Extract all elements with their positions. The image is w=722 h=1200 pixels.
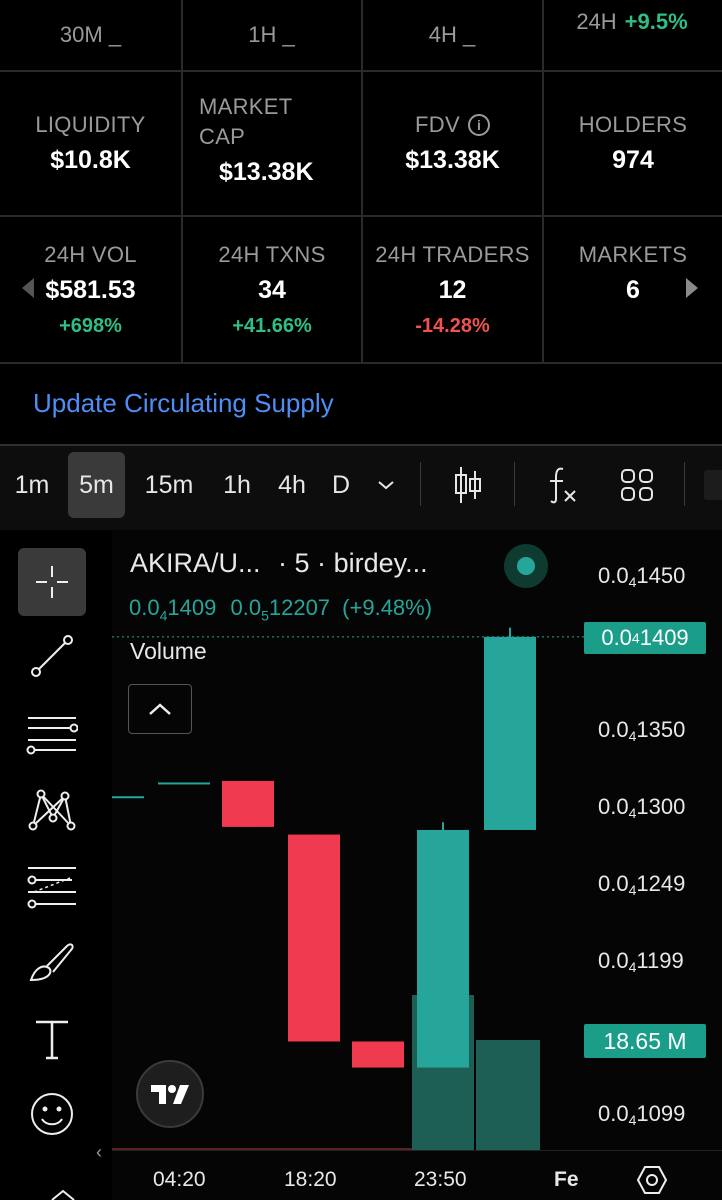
candle-body — [417, 829, 469, 1068]
candle-body — [222, 780, 274, 827]
candle-body — [288, 834, 340, 1042]
chevron-down-icon[interactable] — [366, 452, 406, 518]
collapse-toolbar-icon[interactable]: ‹ — [96, 1142, 102, 1163]
candle-body — [112, 796, 144, 799]
stat-change: -14.28% — [415, 314, 490, 337]
update-circulating-supply-link[interactable]: Update Circulating Supply — [33, 388, 334, 419]
period-tab-4h[interactable]: 4H _ — [362, 0, 542, 70]
time-tick: Fe — [554, 1168, 579, 1191]
fib-retracement-icon[interactable] — [18, 852, 86, 920]
stat-market-cap: MARKET CAP $13.38K — [183, 72, 361, 215]
period-tab-label: 4H _ — [428, 22, 476, 47]
stat-fdv: FDV i $13.38K — [363, 72, 542, 215]
price-tick: 0.041199 — [598, 948, 684, 975]
stat-value: $13.38K — [219, 158, 314, 186]
stat-24h-traders: 24H TRADERS 12 -14.28% — [363, 217, 542, 362]
time-tick: 04:20 — [153, 1168, 206, 1191]
volume-label: Volume — [130, 638, 207, 664]
stat-value: $581.53 — [45, 275, 136, 304]
period-tab-change: +9.5% — [624, 9, 688, 34]
stat-value: 12 — [438, 275, 467, 304]
scroll-right-icon[interactable] — [686, 278, 698, 298]
stat-label: 24H TRADERS — [375, 241, 530, 267]
chart-legend: AKIRA/U... · 5 · birdey... — [130, 548, 428, 579]
toolbar-overflow[interactable] — [704, 470, 722, 500]
interval-1m[interactable]: 1m — [6, 452, 58, 518]
stat-change: +41.66% — [232, 314, 312, 337]
text-tool-icon[interactable] — [18, 1006, 86, 1074]
interval-4h[interactable]: 4h — [268, 452, 316, 518]
trend-line-icon[interactable] — [18, 622, 86, 690]
stat-label: HOLDERS — [578, 112, 688, 137]
legend-values: 0.041409 0.0512207 (+9.48%) — [129, 595, 433, 624]
stat-label: LIQUIDITY — [35, 112, 146, 137]
horizontal-lines-icon[interactable] — [18, 700, 86, 768]
interval-1h[interactable]: 1h — [214, 452, 260, 518]
stat-liquidity: LIQUIDITY $10.8K — [0, 72, 181, 215]
stat-value: 974 — [612, 146, 654, 174]
data-source: birdey... — [333, 548, 428, 578]
interval-d[interactable]: D — [324, 452, 358, 518]
stat-label: MARKETS — [578, 241, 688, 267]
price-tick: 0.041249 — [598, 871, 686, 898]
time-tick: 23:50 — [414, 1168, 467, 1191]
chart-interval: · 5 · — [278, 548, 327, 578]
stat-label: 24H VOL — [44, 241, 137, 267]
candle-body — [352, 1041, 404, 1068]
chevron-up-icon — [149, 703, 171, 715]
stat-label: 24H TXNS — [218, 241, 326, 267]
market-status-icon[interactable] — [504, 544, 548, 588]
emoji-icon[interactable] — [18, 1080, 86, 1148]
brush-icon[interactable] — [18, 928, 86, 996]
price-tick: 0.041350 — [598, 717, 686, 744]
stat-value: $13.38K — [405, 146, 500, 174]
period-tab-label: 24H — [576, 9, 617, 34]
settings-hex-icon[interactable] — [636, 1164, 668, 1200]
stat-24h-txns: 24H TXNS 34 +41.66% — [183, 217, 361, 362]
collapse-legend-button[interactable] — [128, 684, 192, 734]
info-icon[interactable]: i — [467, 114, 490, 136]
candlestick-icon[interactable] — [440, 452, 496, 518]
scroll-left-icon[interactable] — [22, 278, 34, 298]
period-tab-24h[interactable]: 24H +9.5% — [542, 0, 722, 44]
stat-label: MARKET CAP — [199, 94, 293, 149]
current-price-tag: 0.0 4 1409 — [584, 622, 706, 654]
price-tick: 0.041450 — [598, 563, 686, 590]
symbol-name[interactable]: AKIRA/U... — [130, 548, 261, 578]
pattern-icon[interactable] — [18, 776, 86, 844]
candle-body — [484, 636, 536, 830]
time-tick: 18:20 — [284, 1168, 337, 1191]
interval-15m[interactable]: 15m — [138, 452, 200, 518]
period-tab-label: 30M _ — [59, 22, 122, 47]
crosshair-icon[interactable] — [18, 548, 86, 616]
function-icon[interactable] — [534, 452, 590, 518]
stat-value: 34 — [258, 275, 286, 304]
price-tick: 0.041099 — [598, 1101, 686, 1128]
tradingview-logo[interactable] — [136, 1060, 204, 1128]
volume-tag: 18.65 M — [584, 1024, 706, 1058]
price-tick: 0.041300 — [598, 794, 686, 821]
stat-change: +698% — [59, 314, 122, 337]
stat-value: $10.8K — [50, 146, 131, 174]
period-tab-1h[interactable]: 1H _ — [181, 0, 362, 70]
layout-grid-icon[interactable] — [608, 452, 666, 518]
period-tab-label: 1H _ — [248, 22, 295, 47]
candle-body — [158, 782, 210, 785]
volume-bar — [476, 1040, 540, 1150]
stat-value: 6 — [626, 275, 640, 304]
interval-5m[interactable]: 5m — [68, 452, 125, 518]
stat-label: FDV — [415, 112, 460, 137]
period-tab-30m[interactable]: 30M _ — [0, 0, 181, 70]
chevron-up-icon[interactable] — [48, 1188, 78, 1200]
stat-holders: HOLDERS 974 — [544, 72, 722, 215]
